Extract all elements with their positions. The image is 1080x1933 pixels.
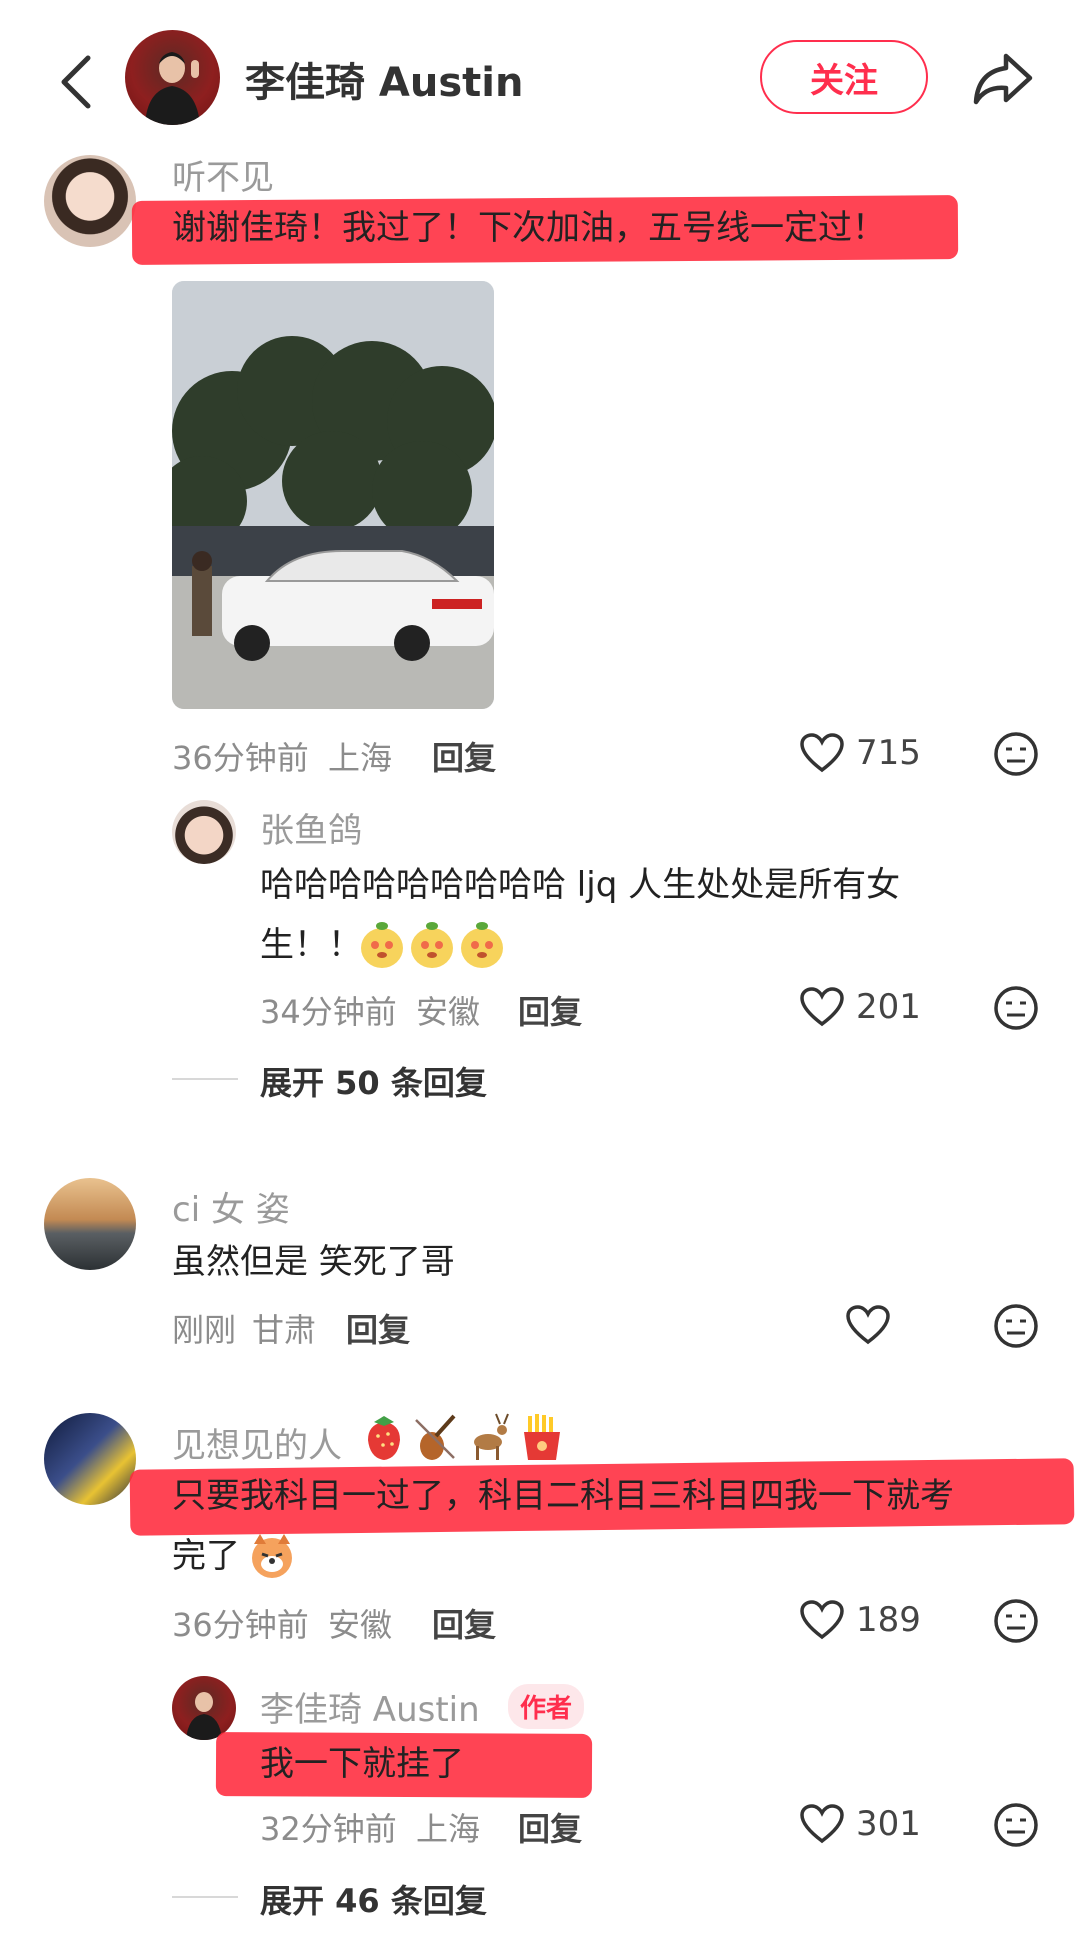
comment-photo[interactable] xyxy=(172,281,494,709)
deer-icon xyxy=(474,1413,509,1460)
fries-icon xyxy=(524,1414,560,1460)
commenter-name[interactable]: 听不见 xyxy=(172,150,274,199)
like-count: 715 xyxy=(856,733,921,773)
replier-avatar[interactable] xyxy=(172,1676,236,1740)
comment-location: 甘肃 xyxy=(252,1311,317,1349)
commenter-avatar[interactable] xyxy=(44,1178,136,1270)
reply-time: 34分钟前 xyxy=(260,993,397,1031)
expand-replies-button[interactable]: 展开 46 条回复 xyxy=(260,1876,487,1922)
commenter-name[interactable]: ci 女 姿 xyxy=(172,1182,290,1231)
reply-text: 我一下就挂了 xyxy=(260,1744,464,1784)
comment-text: 谢谢佳琦！我过了！下次加油，五号线一定过！ xyxy=(172,208,886,248)
reply-button[interactable]: 回复 xyxy=(518,1804,582,1850)
dislike-face-icon[interactable] xyxy=(993,731,1039,777)
author-name[interactable]: 李佳琦 Austin xyxy=(245,50,523,108)
expand-replies-button[interactable]: 展开 50 条回复 xyxy=(260,1058,487,1104)
reply-text-line2: 生！！ xyxy=(260,925,362,965)
reply-location: 安徽 xyxy=(416,993,481,1031)
comment-time: 36分钟前 xyxy=(172,1606,309,1644)
comment-text: 虽然但是 笑死了哥 xyxy=(172,1242,455,1282)
heart-icon[interactable] xyxy=(846,1305,890,1345)
reply-time: 32分钟前 xyxy=(260,1810,397,1848)
dislike-face-icon[interactable] xyxy=(993,1598,1039,1644)
commenter-avatar[interactable] xyxy=(44,1413,136,1505)
dislike-face-icon[interactable] xyxy=(993,985,1039,1031)
comment-time: 36分钟前 xyxy=(172,739,309,777)
reply-button[interactable]: 回复 xyxy=(432,1600,496,1646)
username-emojis xyxy=(368,1413,560,1460)
heart-icon[interactable] xyxy=(800,987,844,1027)
reply-button[interactable]: 回复 xyxy=(518,987,582,1033)
expand-divider xyxy=(172,1896,238,1898)
replier-name[interactable]: 张鱼鸽 xyxy=(260,803,362,852)
comment-text-line1: 只要我科目一过了，科目二科目三科目四我一下就考 xyxy=(172,1476,954,1516)
dislike-face-icon[interactable] xyxy=(993,1802,1039,1848)
pear-emoji-icon xyxy=(361,922,503,968)
like-count: 201 xyxy=(856,987,921,1027)
replier-avatar[interactable] xyxy=(172,800,236,864)
reply-button[interactable]: 回复 xyxy=(346,1305,410,1351)
heart-icon[interactable] xyxy=(800,1804,844,1844)
author-badge: 作者 xyxy=(508,1684,585,1729)
reply-location: 上海 xyxy=(416,1810,481,1848)
comment-time: 刚刚 xyxy=(172,1311,237,1349)
like-count: 189 xyxy=(856,1600,921,1640)
dislike-face-icon[interactable] xyxy=(993,1303,1039,1349)
commenter-name[interactable]: 见想见的人 xyxy=(172,1418,342,1467)
comment-location: 安徽 xyxy=(328,1606,393,1644)
dog-face-emoji-icon xyxy=(252,1534,292,1578)
like-count: 301 xyxy=(856,1804,921,1844)
strawberry-icon xyxy=(368,1416,400,1460)
comment-location: 上海 xyxy=(328,739,393,777)
expand-divider xyxy=(172,1078,238,1080)
reply-text-line1: 哈哈哈哈哈哈哈哈哈 ljq 人生处处是所有女 xyxy=(260,865,901,905)
violin-icon xyxy=(415,1414,456,1460)
follow-button[interactable]: 关注 xyxy=(760,40,928,114)
reply-button[interactable]: 回复 xyxy=(432,733,496,779)
back-arrow-icon[interactable] xyxy=(48,52,108,112)
commenter-avatar[interactable] xyxy=(44,155,136,247)
author-avatar[interactable] xyxy=(125,30,220,125)
replier-name[interactable]: 李佳琦 Austin xyxy=(260,1682,480,1731)
heart-icon[interactable] xyxy=(800,1600,844,1640)
share-icon[interactable] xyxy=(970,50,1034,108)
comment-text-line2: 完了 xyxy=(172,1536,240,1576)
heart-icon[interactable] xyxy=(800,733,844,773)
